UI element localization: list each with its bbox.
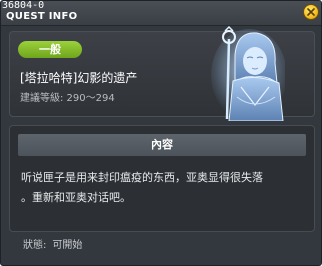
- content-section-header: 內容: [18, 134, 306, 156]
- npc-portrait: [211, 25, 285, 121]
- window-title: QUEST INFO: [6, 11, 78, 22]
- status-label: 狀態:: [23, 240, 47, 251]
- title-bar[interactable]: QUEST INFO: [1, 1, 321, 26]
- quest-level-range: 建議等級: 290～294: [20, 93, 115, 104]
- quest-description-line: 听说匣子是用来封印瘟疫的东西，亚奥显得很失落: [21, 171, 263, 184]
- close-icon: [307, 8, 315, 16]
- quest-description-line: 。重新和亚奥对话吧。: [21, 191, 131, 204]
- quest-description: 听说匣子是用来封印瘟疫的东西，亚奥显得很失落 。重新和亚奥对话吧。: [21, 168, 309, 208]
- close-button[interactable]: [304, 5, 318, 19]
- status-value: 可開始: [52, 240, 83, 251]
- quest-status: 狀態: 可開始: [23, 239, 82, 252]
- quest-name: [塔拉哈特]幻影的遗产: [20, 71, 138, 85]
- quest-category-badge: 一般: [18, 41, 82, 58]
- quest-info-window: QUEST INFO 一般 [塔拉哈特]幻影的遗产 建議等級: 290～294: [0, 0, 322, 266]
- window-id-label: 36804-0: [2, 0, 45, 11]
- quest-content-panel: 內容 听说匣子是用来封印瘟疫的东西，亚奥显得很失落 。重新和亚奥对话吧。: [9, 125, 315, 232]
